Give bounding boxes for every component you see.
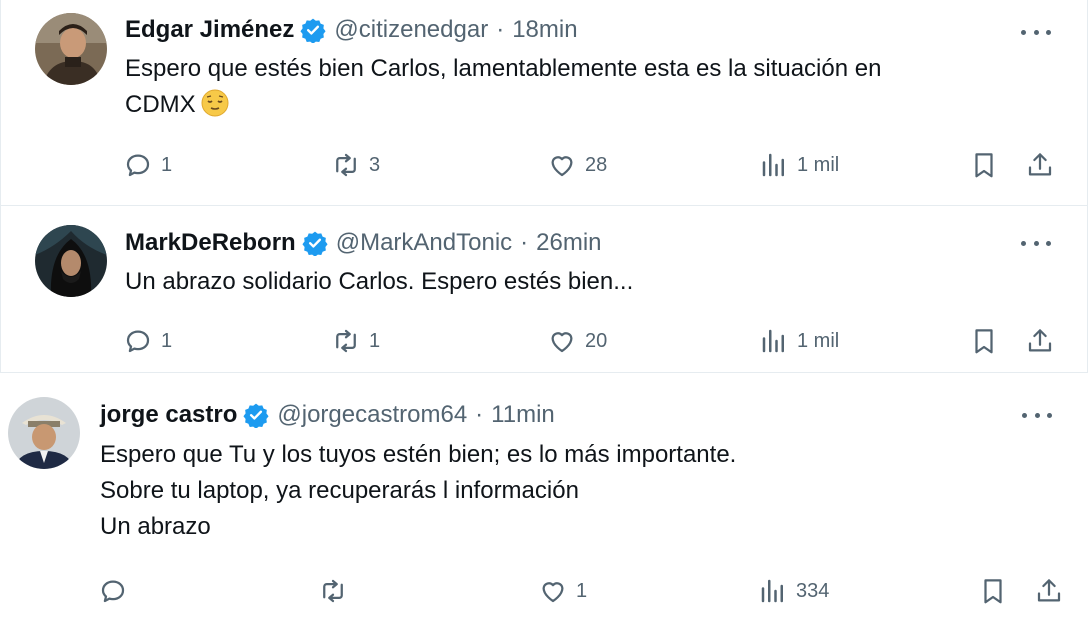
tweet-text-line: Sobre tu laptop, ya recuperarás l inform…	[100, 477, 579, 504]
retweet-icon	[336, 329, 356, 353]
like-count: 20	[585, 329, 608, 352]
reply-icon	[126, 154, 150, 177]
views-button[interactable]: 1 mil	[759, 321, 839, 361]
like-count: 28	[585, 153, 608, 176]
tweet-text-line: Espero que Tu y los tuyos estén bien; es…	[100, 441, 737, 468]
display-name[interactable]: MarkDeReborn	[125, 229, 296, 257]
tweet[interactable]: jorge castro @jorgecastrom64 · 11min Esp…	[0, 375, 1088, 620]
display-name[interactable]: jorge castro	[100, 401, 237, 429]
reply-button[interactable]: 1	[123, 145, 172, 185]
share-button[interactable]	[1025, 321, 1055, 361]
more-options-icon[interactable]	[1022, 403, 1052, 427]
separator-dot: ·	[475, 401, 484, 428]
tweet-text: Espero que Tu y los tuyos estén bien; es…	[100, 437, 736, 545]
more-options-icon[interactable]	[1021, 20, 1051, 44]
avatar[interactable]	[8, 397, 80, 469]
like-button[interactable]: 20	[547, 321, 607, 361]
bookmark-button[interactable]	[969, 321, 999, 361]
retweet-button[interactable]: 1	[331, 321, 380, 361]
share-icon	[1028, 153, 1052, 176]
view-count: 334	[796, 579, 830, 602]
user-handle[interactable]: @jorgecastrom64	[277, 401, 467, 429]
share-icon	[1028, 329, 1052, 352]
timestamp[interactable]: 11min	[491, 401, 555, 429]
user-handle[interactable]: @MarkAndTonic	[336, 229, 512, 257]
retweet-count: 3	[369, 153, 381, 176]
tweet-text-line: CDMX	[125, 91, 196, 118]
separator-dot: ·	[520, 229, 529, 256]
share-button[interactable]	[1025, 145, 1055, 185]
bookmark-button[interactable]	[969, 145, 999, 185]
bar-chart-icon	[762, 329, 784, 353]
reply-button[interactable]	[98, 571, 136, 611]
retweet-button[interactable]: 3	[331, 145, 380, 185]
reply-count: 1	[161, 153, 173, 176]
verified-badge-icon	[243, 403, 269, 428]
retweet-icon	[323, 579, 343, 603]
share-icon	[1037, 579, 1061, 602]
reply-button[interactable]: 1	[123, 321, 172, 361]
avatar[interactable]	[35, 13, 107, 85]
verified-badge-icon	[302, 231, 328, 256]
bookmark-icon	[984, 579, 1002, 604]
avatar[interactable]	[35, 225, 107, 297]
retweet-button[interactable]	[318, 571, 356, 611]
tweet[interactable]: MarkDeReborn @MarkAndTonic · 26min Un ab…	[0, 205, 1088, 373]
like-count: 1	[576, 579, 588, 602]
relieved-face-emoji-icon	[201, 89, 229, 117]
view-count: 1 mil	[797, 153, 840, 176]
bookmark-button[interactable]	[978, 571, 1008, 611]
display-name[interactable]: Edgar Jiménez	[125, 16, 294, 44]
tweet-text-line: Un abrazo	[100, 513, 211, 540]
like-button[interactable]: 28	[547, 145, 607, 185]
heart-icon	[542, 582, 564, 603]
tweet-text-line: Un abrazo solidario Carlos. Espero estés…	[125, 268, 634, 295]
timestamp[interactable]: 26min	[536, 229, 601, 257]
bar-chart-icon	[761, 579, 783, 603]
bookmark-icon	[975, 329, 993, 354]
timestamp[interactable]: 18min	[512, 16, 577, 44]
heart-icon	[551, 156, 573, 177]
like-button[interactable]: 1	[538, 571, 587, 611]
views-button[interactable]: 334	[758, 571, 829, 611]
reply-count: 1	[161, 329, 173, 352]
share-button[interactable]	[1034, 571, 1064, 611]
user-handle[interactable]: @citizenedgar	[334, 16, 488, 44]
more-options-icon[interactable]	[1021, 231, 1051, 255]
retweet-count: 1	[369, 329, 381, 352]
separator-dot: ·	[496, 16, 505, 43]
bar-chart-icon	[762, 153, 784, 177]
tweet[interactable]: Edgar Jiménez @citizenedgar · 18min Espe…	[0, 0, 1088, 205]
view-count: 1 mil	[797, 329, 840, 352]
heart-icon	[551, 332, 573, 353]
bookmark-icon	[975, 153, 993, 178]
tweet-text-line: Espero que estés bien Carlos, lamentable…	[125, 55, 882, 82]
retweet-icon	[336, 153, 356, 177]
views-button[interactable]: 1 mil	[759, 145, 839, 185]
reply-icon	[101, 580, 125, 603]
reply-icon	[126, 330, 150, 353]
verified-badge-icon	[300, 18, 326, 43]
tweet-text: Espero que estés bien Carlos, lamentable…	[125, 51, 881, 123]
tweet-text: Un abrazo solidario Carlos. Espero estés…	[125, 264, 633, 300]
